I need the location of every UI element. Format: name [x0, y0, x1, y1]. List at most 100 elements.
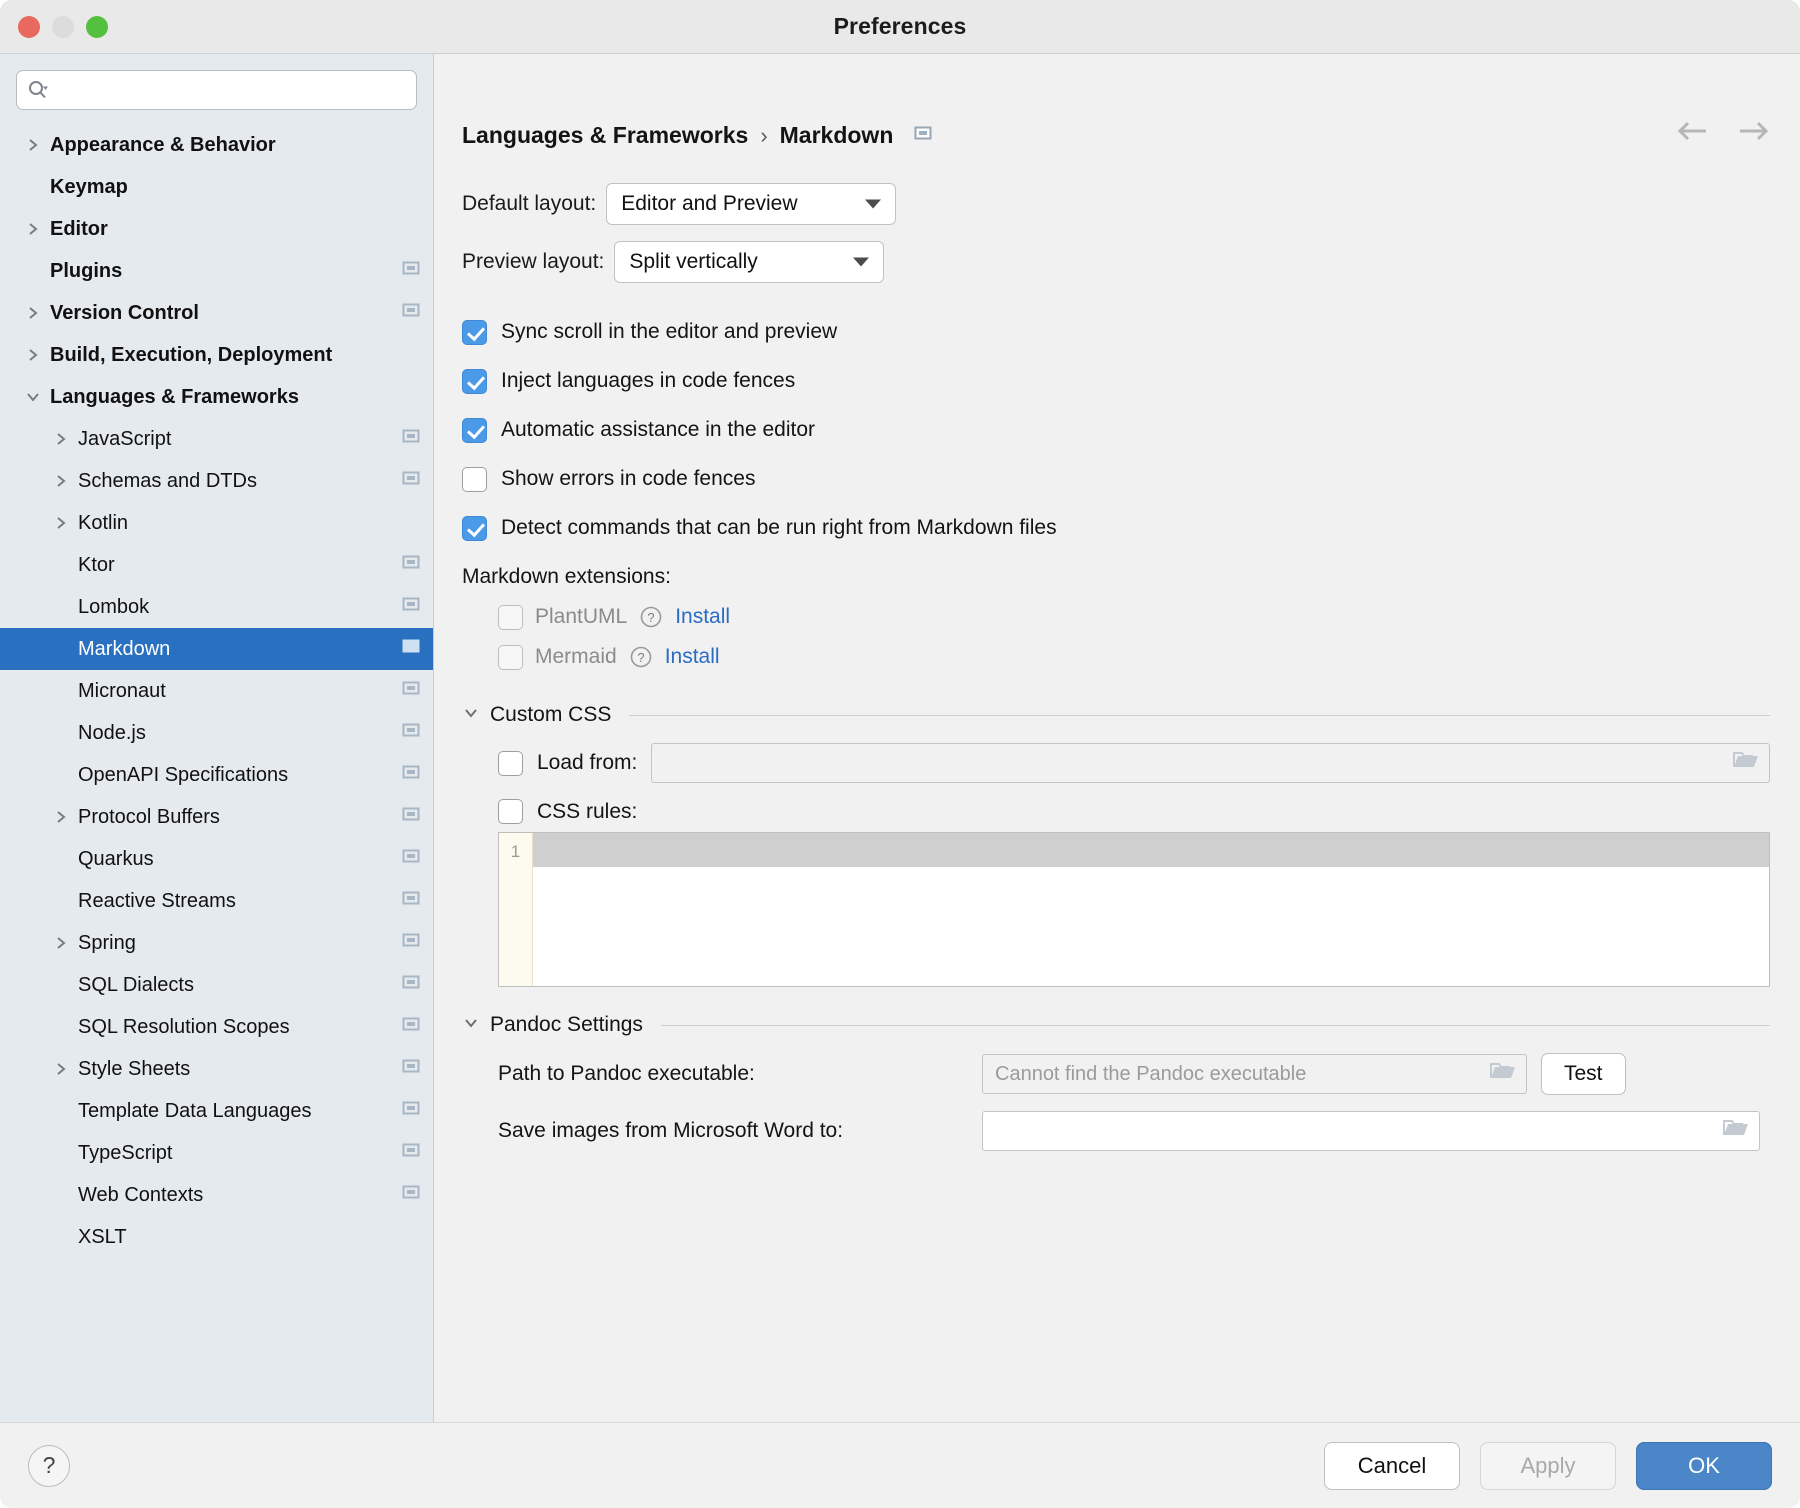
settings-tree[interactable]: Appearance & Behavior Keymap Editor Plugins…: [0, 118, 433, 1422]
chevron-right-icon[interactable]: [50, 515, 72, 531]
preview-layout-dropdown[interactable]: Split vertically: [614, 241, 885, 283]
help-circle-icon[interactable]: ?: [629, 645, 653, 669]
sidebar-item-web-contexts[interactable]: Web Contexts: [0, 1174, 433, 1216]
default-layout-row: Default layout: Editor and Preview: [462, 183, 1770, 225]
sidebar-item-ktor[interactable]: Ktor: [0, 544, 433, 586]
sidebar-item-reactive-streams[interactable]: Reactive Streams: [0, 880, 433, 922]
css-rules-checkbox[interactable]: [498, 799, 523, 824]
option-row[interactable]: Sync scroll in the editor and preview: [462, 311, 1770, 353]
ok-button[interactable]: OK: [1636, 1441, 1772, 1490]
chevron-right-icon[interactable]: [50, 431, 72, 447]
back-arrow-icon[interactable]: [1676, 120, 1710, 147]
chevron-right-icon[interactable]: [22, 221, 44, 237]
option-row[interactable]: Show errors in code fences: [462, 458, 1770, 500]
sidebar-item-template-data-languages[interactable]: Template Data Languages: [0, 1090, 433, 1132]
pandoc-images-field[interactable]: [982, 1111, 1760, 1151]
sidebar-item-label: Version Control: [50, 301, 199, 324]
custom-css-section-header[interactable]: Custom CSS: [462, 703, 1770, 727]
sidebar-item-editor[interactable]: Editor: [0, 208, 433, 250]
editor-line-number: 1: [499, 833, 533, 986]
sidebar-item-keymap[interactable]: Keymap: [0, 166, 433, 208]
load-from-checkbox[interactable]: [498, 750, 523, 776]
option-row[interactable]: Detect commands that can be run right fr…: [462, 507, 1770, 549]
apply-button[interactable]: Apply: [1480, 1441, 1616, 1490]
sidebar-item-appearance-behavior[interactable]: Appearance & Behavior: [0, 124, 433, 166]
option-checkbox[interactable]: [462, 466, 487, 492]
folder-icon[interactable]: [1490, 1061, 1516, 1087]
preview-layout-value: Split vertically: [629, 250, 758, 273]
chevron-right-icon[interactable]: [22, 305, 44, 321]
sidebar-item-spring[interactable]: Spring: [0, 922, 433, 964]
navigation-arrows: [1676, 120, 1770, 147]
sidebar-item-label: Markdown: [78, 637, 171, 660]
sidebar-item-openapi-specifications[interactable]: OpenAPI Specifications: [0, 754, 433, 796]
footer-buttons: Cancel Apply OK: [1324, 1441, 1772, 1490]
sidebar-item-lombok[interactable]: Lombok: [0, 586, 433, 628]
search-input[interactable]: [55, 80, 406, 100]
option-row[interactable]: Automatic assistance in the editor: [462, 409, 1770, 451]
settings-sidebar: Appearance & Behavior Keymap Editor Plugins…: [0, 54, 434, 1422]
custom-css-title: Custom CSS: [490, 703, 612, 726]
editor-text-area[interactable]: [533, 833, 1769, 986]
pandoc-section-header[interactable]: Pandoc Settings: [462, 1013, 1770, 1037]
sidebar-item-build-execution-deployment[interactable]: Build, Execution, Deployment: [0, 334, 433, 376]
folder-icon[interactable]: [1733, 750, 1759, 776]
sidebar-item-label: SQL Resolution Scopes: [78, 1015, 290, 1038]
sidebar-item-schemas-and-dtds[interactable]: Schemas and DTDs: [0, 460, 433, 502]
option-checkbox[interactable]: [462, 515, 487, 541]
sidebar-item-sql-dialects[interactable]: SQL Dialects: [0, 964, 433, 1006]
project-scope-badge-icon: [401, 846, 421, 872]
sidebar-item-javascript[interactable]: JavaScript: [0, 418, 433, 460]
sidebar-item-micronaut[interactable]: Micronaut: [0, 670, 433, 712]
load-from-path-field[interactable]: [651, 743, 1770, 783]
default-layout-dropdown[interactable]: Editor and Preview: [606, 183, 897, 225]
breadcrumb-parent[interactable]: Languages & Frameworks: [462, 122, 748, 149]
sidebar-item-markdown[interactable]: Markdown: [0, 628, 433, 670]
sidebar-item-label: Template Data Languages: [78, 1099, 312, 1122]
extension-install-link[interactable]: Install: [675, 605, 730, 629]
project-scope-badge-icon: [401, 258, 421, 284]
option-checkbox[interactable]: [462, 417, 487, 443]
chevron-right-icon[interactable]: [50, 809, 72, 825]
extension-install-link[interactable]: Install: [665, 645, 720, 669]
sidebar-item-typescript[interactable]: TypeScript: [0, 1132, 433, 1174]
sidebar-item-languages-frameworks[interactable]: Languages & Frameworks: [0, 376, 433, 418]
option-row[interactable]: Inject languages in code fences: [462, 360, 1770, 402]
pandoc-test-button[interactable]: Test: [1541, 1053, 1626, 1095]
chevron-down-icon[interactable]: [22, 389, 44, 405]
sidebar-item-quarkus[interactable]: Quarkus: [0, 838, 433, 880]
pandoc-path-row: Path to Pandoc executable: Cannot find t…: [462, 1053, 1770, 1095]
search-box[interactable]: [16, 70, 417, 110]
css-rules-editor[interactable]: 1: [498, 832, 1770, 987]
markdown-extensions-list: PlantUML? Install Mermaid? Install: [462, 597, 1770, 677]
sidebar-item-sql-resolution-scopes[interactable]: SQL Resolution Scopes: [0, 1006, 433, 1048]
help-circle-icon[interactable]: ?: [639, 605, 663, 629]
option-checkbox[interactable]: [462, 319, 487, 345]
chevron-right-icon[interactable]: [50, 1061, 72, 1077]
chevron-right-icon[interactable]: [22, 137, 44, 153]
help-button[interactable]: ?: [28, 1444, 70, 1487]
settings-detail-pane: Languages & Frameworks › Markdown Defaul…: [434, 54, 1800, 1422]
sidebar-item-style-sheets[interactable]: Style Sheets: [0, 1048, 433, 1090]
extension-label: PlantUML: [535, 605, 628, 628]
forward-arrow-icon[interactable]: [1736, 120, 1770, 147]
option-checkbox[interactable]: [462, 368, 487, 394]
folder-icon[interactable]: [1723, 1118, 1749, 1144]
sidebar-item-plugins[interactable]: Plugins: [0, 250, 433, 292]
option-label: Sync scroll in the editor and preview: [501, 320, 838, 343]
pandoc-path-field[interactable]: Cannot find the Pandoc executable: [982, 1054, 1527, 1094]
chevron-down-icon: [462, 1014, 480, 1037]
sidebar-item-node-js[interactable]: Node.js: [0, 712, 433, 754]
sidebar-item-version-control[interactable]: Version Control: [0, 292, 433, 334]
project-scope-badge-icon: [401, 972, 421, 998]
chevron-right-icon[interactable]: [22, 347, 44, 363]
sidebar-item-kotlin[interactable]: Kotlin: [0, 502, 433, 544]
chevron-right-icon[interactable]: [50, 935, 72, 951]
chevron-down-icon: [462, 704, 480, 727]
project-scope-badge-icon: [401, 426, 421, 452]
sidebar-item-xslt[interactable]: XSLT: [0, 1216, 433, 1258]
cancel-button[interactable]: Cancel: [1324, 1441, 1460, 1490]
css-rules-label: CSS rules:: [537, 799, 638, 823]
chevron-right-icon[interactable]: [50, 473, 72, 489]
sidebar-item-protocol-buffers[interactable]: Protocol Buffers: [0, 796, 433, 838]
